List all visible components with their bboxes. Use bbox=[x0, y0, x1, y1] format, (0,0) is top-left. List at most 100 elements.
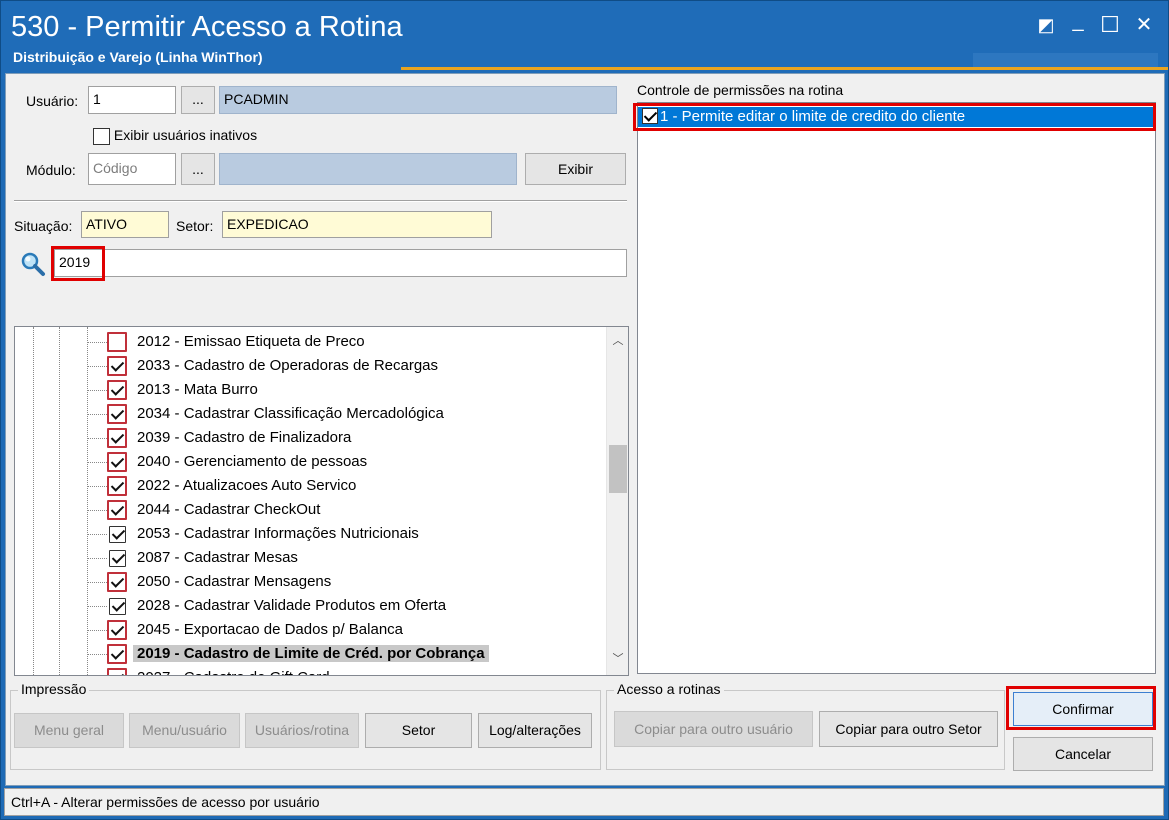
tree-item-checkbox[interactable] bbox=[109, 526, 126, 543]
setor-label: Setor: bbox=[176, 218, 214, 234]
tree-item[interactable]: 2045 - Exportacao de Dados p/ Balanca bbox=[87, 618, 607, 642]
tree-item-checkbox[interactable] bbox=[107, 356, 127, 376]
search-input[interactable]: 2019 bbox=[54, 249, 627, 277]
modulo-label: Módulo: bbox=[26, 162, 76, 178]
inactive-users-checkbox-row[interactable]: Exibir usuários inativos bbox=[93, 127, 257, 145]
scroll-down-icon[interactable]: ﹀ bbox=[607, 649, 628, 669]
tree-connector bbox=[87, 510, 107, 511]
close-icon[interactable]: ✕ bbox=[1129, 11, 1159, 39]
tree-item-label: 2019 - Cadastro de Limite de Créd. por C… bbox=[133, 645, 489, 662]
copy-to-user-button[interactable]: Copiar para outro usuário bbox=[614, 711, 813, 747]
tree-item[interactable]: 2028 - Cadastrar Validade Produtos em Of… bbox=[87, 594, 607, 618]
tree-item-label: 2013 - Mata Burro bbox=[137, 381, 258, 398]
tree-item[interactable]: 2039 - Cadastro de Finalizadora bbox=[87, 426, 607, 450]
usuario-name-field: PCADMIN bbox=[219, 86, 617, 114]
title-accent-line bbox=[401, 67, 1168, 70]
scroll-thumb[interactable] bbox=[609, 445, 627, 493]
cancel-button[interactable]: Cancelar bbox=[1013, 737, 1153, 771]
setor-button[interactable]: Setor bbox=[365, 713, 472, 748]
usuario-label: Usuário: bbox=[26, 93, 79, 109]
tree-item-label: 2040 - Gerenciamento de pessoas bbox=[137, 453, 368, 470]
tree-item[interactable]: 2019 - Cadastro de Limite de Créd. por C… bbox=[87, 642, 607, 666]
tree-item-checkbox[interactable] bbox=[107, 380, 127, 400]
tree-item-checkbox[interactable] bbox=[107, 572, 127, 592]
tree-item-checkbox[interactable] bbox=[107, 644, 127, 664]
tree-item-label: 2027 - Cadastro de Gift Card bbox=[133, 669, 334, 675]
tree-item-label: 2045 - Exportacao de Dados p/ Balanca bbox=[137, 621, 404, 638]
tree-item-checkbox[interactable] bbox=[107, 428, 127, 448]
tree-item-checkbox[interactable] bbox=[107, 452, 127, 472]
title-decoration bbox=[973, 53, 1158, 67]
tree-item-label: 2034 - Cadastrar Classificação Mercadoló… bbox=[137, 405, 444, 422]
tree-item-label: 2039 - Cadastro de Finalizadora bbox=[137, 429, 352, 446]
usuario-code-field[interactable]: 1 bbox=[88, 86, 176, 114]
tree-connector bbox=[87, 534, 107, 535]
search-icon bbox=[20, 251, 46, 277]
tree-item[interactable]: 2050 - Cadastrar Mensagens bbox=[87, 570, 607, 594]
tree-item[interactable]: 2034 - Cadastrar Classificação Mercadoló… bbox=[87, 402, 607, 426]
tree-connector bbox=[87, 366, 107, 367]
restore-icon[interactable]: ◩ bbox=[1031, 11, 1061, 39]
confirm-button[interactable]: Confirmar bbox=[1013, 692, 1153, 726]
tree-connector bbox=[87, 606, 107, 607]
permissions-list[interactable]: 1 - Permite editar o limite de credito d… bbox=[637, 102, 1156, 674]
tree-connector bbox=[87, 438, 107, 439]
tree-item-checkbox[interactable] bbox=[107, 620, 127, 640]
tree-item[interactable]: 2053 - Cadastrar Informações Nutricionai… bbox=[87, 522, 607, 546]
tree-item-checkbox[interactable] bbox=[107, 668, 127, 675]
tree-item[interactable]: 2087 - Cadastrar Mesas bbox=[87, 546, 607, 570]
tree-item[interactable]: 2013 - Mata Burro bbox=[87, 378, 607, 402]
tree-item[interactable]: 2022 - Atualizacoes Auto Servico bbox=[87, 474, 607, 498]
routine-tree[interactable]: 2012 - Emissao Etiqueta de Preco 2033 - C… bbox=[14, 326, 629, 676]
tree-item-checkbox[interactable] bbox=[107, 500, 127, 520]
tree-item-label: 2033 - Cadastro de Operadoras de Recarga… bbox=[137, 357, 439, 374]
inactive-users-label: Exibir usuários inativos bbox=[113, 127, 258, 143]
tree-connector bbox=[87, 414, 107, 415]
usuario-browse-button[interactable]: ... bbox=[181, 86, 215, 114]
tree-connector bbox=[87, 462, 107, 463]
tree-connector bbox=[87, 486, 107, 487]
tree-item[interactable]: 2044 - Cadastrar CheckOut bbox=[87, 498, 607, 522]
situacao-field: ATIVO bbox=[81, 211, 169, 238]
tree-connector bbox=[87, 342, 107, 343]
permission-item[interactable]: 1 - Permite editar o limite de credito d… bbox=[638, 107, 1155, 127]
setor-field: EXPEDICAO bbox=[222, 211, 492, 238]
tree-item-checkbox[interactable] bbox=[107, 476, 127, 496]
tree-connector bbox=[87, 558, 107, 559]
menu-usuario-button[interactable]: Menu/usuário bbox=[129, 713, 240, 748]
tree-item-checkbox[interactable] bbox=[107, 404, 127, 424]
inactive-users-checkbox[interactable] bbox=[93, 127, 110, 145]
exibir-button[interactable]: Exibir bbox=[525, 153, 626, 185]
status-bar: Ctrl+A - Alterar permissões de acesso po… bbox=[4, 788, 1164, 816]
acesso-title: Acesso a rotinas bbox=[614, 681, 724, 697]
modulo-browse-button[interactable]: ... bbox=[181, 153, 215, 185]
tree-item-partial[interactable]: 2027 - Cadastro de Gift Card bbox=[87, 666, 607, 675]
permission-label: 1 - Permite editar o limite de credito d… bbox=[660, 108, 966, 125]
tree-item-checkbox[interactable] bbox=[109, 550, 126, 567]
tree-item-label: 2028 - Cadastrar Validade Produtos em Of… bbox=[137, 597, 447, 614]
scroll-up-icon[interactable]: ︿ bbox=[607, 331, 628, 351]
permission-checkbox[interactable] bbox=[642, 108, 658, 124]
form-separator bbox=[14, 200, 627, 202]
tree-item-checkbox[interactable] bbox=[109, 598, 126, 615]
copy-to-sector-button[interactable]: Copiar para outro Setor bbox=[819, 711, 998, 747]
tree-guide-line bbox=[33, 327, 34, 675]
menu-geral-button[interactable]: Menu geral bbox=[14, 713, 124, 748]
minimize-icon[interactable]: _ bbox=[1063, 7, 1093, 35]
tree-item-label: 2012 - Emissao Etiqueta de Preco bbox=[137, 333, 365, 350]
window-title: 530 - Permitir Acesso a Rotina bbox=[11, 11, 403, 43]
tree-item-checkbox[interactable] bbox=[107, 332, 127, 352]
tree-item-label: 2050 - Cadastrar Mensagens bbox=[137, 573, 332, 590]
tree-item[interactable]: 2012 - Emissao Etiqueta de Preco bbox=[87, 330, 607, 354]
tree-scrollbar[interactable]: ︿ ﹀ bbox=[606, 327, 628, 675]
tree-item[interactable]: 2040 - Gerenciamento de pessoas bbox=[87, 450, 607, 474]
tree-item-label: 2087 - Cadastrar Mesas bbox=[137, 549, 298, 566]
impressao-title: Impressão bbox=[18, 681, 90, 697]
tree-item[interactable]: 2033 - Cadastro de Operadoras de Recarga… bbox=[87, 354, 607, 378]
usuarios-rotina-button[interactable]: Usuários/rotina bbox=[245, 713, 359, 748]
tree-connector bbox=[87, 582, 107, 583]
log-alteracoes-button[interactable]: Log/alterações bbox=[478, 713, 592, 748]
tree-connector bbox=[87, 630, 107, 631]
modulo-code-field[interactable]: Código bbox=[88, 153, 176, 185]
maximize-icon[interactable]: ☐ bbox=[1095, 11, 1125, 39]
